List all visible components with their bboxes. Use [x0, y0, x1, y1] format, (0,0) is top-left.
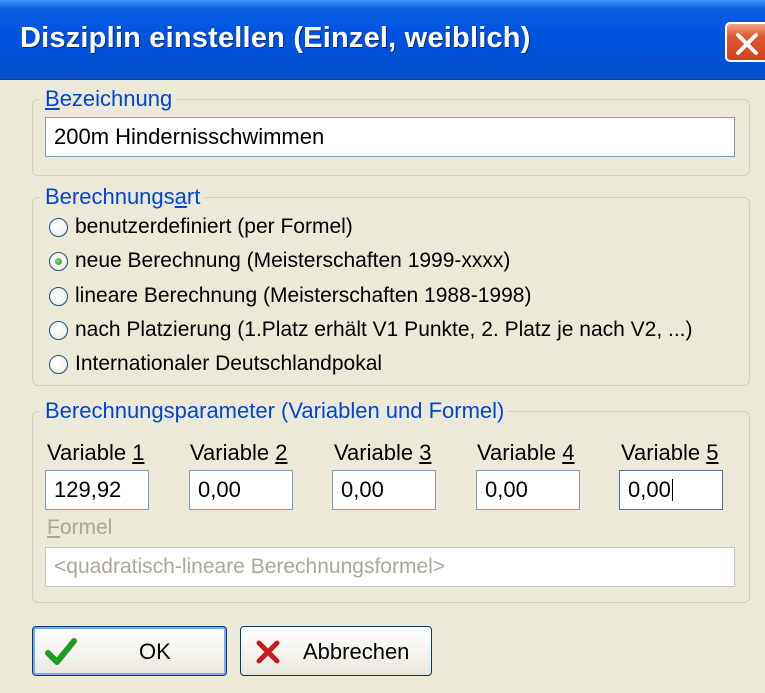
- formel-input: <quadratisch-lineare Berechnungsformel>: [45, 547, 735, 587]
- variable-2-label: Variable 2: [190, 440, 288, 465]
- radio-button[interactable]: [49, 217, 68, 237]
- radio-label: lineare Berechnung (Meisterschaften 1988…: [75, 284, 532, 307]
- variable-5-label: Variable 5: [621, 440, 719, 465]
- radio-button[interactable]: [49, 286, 68, 306]
- radio-button[interactable]: [49, 320, 68, 340]
- variable-5-input[interactable]: 0,00: [619, 470, 723, 510]
- radio-option-neue-berechnung[interactable]: neue Berechnung (Meisterschaften 1999-xx…: [49, 246, 510, 276]
- radio-label: benutzerdefiniert (per Formel): [75, 215, 353, 238]
- text-caret: [671, 479, 673, 501]
- bezeichnung-input[interactable]: 200m Hindernisschwimmen: [45, 117, 735, 157]
- window-title: Disziplin einstellen (Einzel, weiblich): [20, 22, 531, 54]
- x-cross-icon: [256, 640, 280, 664]
- berechnungsparameter-legend: Berechnungsparameter (Variablen und Form…: [45, 398, 505, 423]
- close-button[interactable]: [725, 22, 765, 62]
- checkmark-icon: [45, 638, 77, 665]
- close-icon: [736, 33, 758, 55]
- radio-button-selected[interactable]: [49, 251, 68, 271]
- variable-4-input[interactable]: 0,00: [476, 470, 580, 510]
- variable-2-input[interactable]: 0,00: [189, 470, 293, 510]
- radio-option-benutzerdefiniert[interactable]: benutzerdefiniert (per Formel): [49, 212, 353, 242]
- bezeichnung-legend: Bezeichnung: [45, 86, 173, 111]
- ok-label: OK: [139, 639, 171, 664]
- radio-option-nach-platzierung[interactable]: nach Platzierung (1.Platz erhält V1 Punk…: [49, 315, 693, 345]
- cancel-label: Abbrechen: [303, 639, 410, 664]
- radio-label: neue Berechnung (Meisterschaften 1999-xx…: [75, 249, 511, 272]
- variable-4-label: Variable 4: [477, 440, 575, 465]
- radio-label: Internationaler Deutschlandpokal: [75, 352, 383, 375]
- radio-button[interactable]: [49, 354, 68, 374]
- variable-3-input[interactable]: 0,00: [332, 470, 436, 510]
- cancel-button[interactable]: Abbrechen: [240, 626, 432, 676]
- title-bar: Disziplin einstellen (Einzel, weiblich): [0, 0, 765, 80]
- variable-3-label: Variable 3: [334, 440, 432, 465]
- ok-button[interactable]: OK: [32, 626, 227, 676]
- radio-option-lineare-berechnung[interactable]: lineare Berechnung (Meisterschaften 1988…: [49, 281, 531, 311]
- radio-option-deutschlandpokal[interactable]: Internationaler Deutschlandpokal: [49, 349, 382, 379]
- berechnungsart-legend: Berechnungsart: [45, 184, 201, 209]
- radio-label: nach Platzierung (1.Platz erhält V1 Punk…: [75, 318, 693, 341]
- variable-1-input[interactable]: 129,92: [45, 470, 149, 510]
- variable-1-label: Variable 1: [47, 440, 145, 465]
- formel-label: Formel: [47, 516, 113, 539]
